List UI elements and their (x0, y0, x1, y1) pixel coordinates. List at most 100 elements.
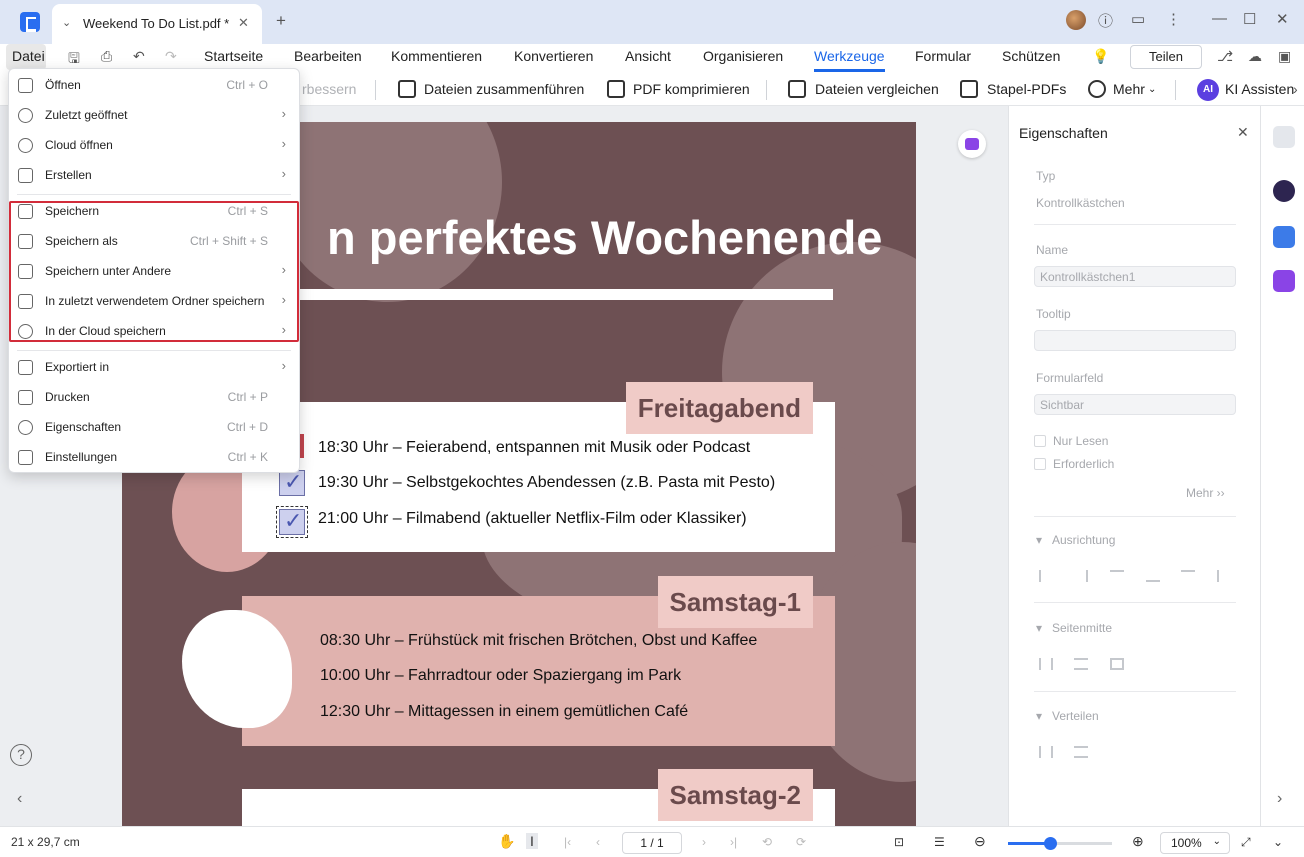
print-icon[interactable]: ⎙ (101, 48, 112, 65)
more-link[interactable]: Mehr ›› (1186, 486, 1225, 500)
align-left-icon[interactable] (1039, 570, 1053, 582)
fullscreen-icon[interactable]: ⤢ (1241, 835, 1251, 850)
align-center-h-icon[interactable] (1217, 570, 1219, 582)
prev-page-icon[interactable]: ‹ (596, 835, 600, 849)
menu-item-properties[interactable]: Eigenschaften Ctrl + D (9, 412, 299, 442)
more-down-icon[interactable]: ⌄ (1273, 835, 1283, 849)
lightbulb-icon[interactable]: 💡 (1092, 48, 1109, 65)
properties-icon (18, 420, 33, 435)
ai-assistant-button[interactable]: KI Assisten (1225, 81, 1294, 97)
properties-sliders-icon[interactable] (1273, 126, 1295, 148)
compare-files-button[interactable]: Dateien vergleichen (815, 81, 939, 97)
collapse-icon[interactable]: ▾ (1036, 621, 1042, 635)
menu-schuetzen[interactable]: Schützen (1002, 48, 1060, 64)
selected-checkbox[interactable] (276, 506, 308, 538)
menu-werkzeuge[interactable]: Werkzeuge (814, 48, 885, 72)
more-options-icon[interactable]: ⋮ (1166, 10, 1181, 28)
distribute-horizontal-icon[interactable] (1039, 746, 1053, 758)
undo-icon[interactable]: ↶ (133, 48, 145, 65)
rotate-left-icon[interactable]: ⟲ (762, 835, 772, 849)
zoom-in-icon[interactable]: ⊕ (1132, 833, 1144, 850)
ai-sidebar-toggle-button[interactable] (958, 130, 986, 158)
menu-kommentieren[interactable]: Kommentieren (391, 48, 482, 64)
align-top-icon[interactable] (1110, 570, 1124, 582)
checklist-icon[interactable] (1273, 270, 1295, 292)
last-page-icon[interactable]: ›| (730, 835, 737, 849)
collapse-left-icon[interactable]: ‹ (17, 790, 22, 808)
align-bottom-icon[interactable] (1146, 570, 1160, 582)
distribute-vertical-icon[interactable] (1074, 746, 1088, 758)
hand-tool-icon[interactable]: ✋ (498, 833, 515, 850)
new-tab-icon[interactable]: + (276, 11, 286, 31)
ocr-button[interactable]: rbessern (302, 81, 356, 97)
menu-bearbeiten[interactable]: Bearbeiten (294, 48, 362, 64)
menu-item-export[interactable]: Exportiert in › (9, 352, 299, 382)
chevron-right-icon[interactable]: › (1293, 81, 1298, 97)
menu-item-settings[interactable]: Einstellungen Ctrl + K (9, 442, 299, 472)
rotate-right-icon[interactable]: ⟳ (796, 835, 806, 849)
select-tool-icon[interactable]: I (526, 833, 538, 849)
menu-startseite[interactable]: Startseite (204, 48, 263, 64)
avatar[interactable] (1066, 10, 1086, 30)
more-tools-button[interactable]: Mehr (1113, 81, 1145, 97)
zoom-out-icon[interactable]: ⊖ (974, 833, 986, 850)
workflow-icon[interactable]: ⎇ (1217, 48, 1233, 65)
message-icon[interactable]: ▭ (1131, 10, 1145, 28)
menu-organisieren[interactable]: Organisieren (703, 48, 783, 64)
center-both-icon[interactable] (1110, 658, 1124, 670)
view-mode-icon[interactable]: ☰ (934, 835, 945, 849)
maximize-icon[interactable]: ☐ (1243, 10, 1256, 28)
chevron-down-icon[interactable]: ⌄ (62, 16, 71, 29)
tooltip-field[interactable] (1034, 330, 1236, 351)
redo-icon[interactable]: ↷ (165, 48, 177, 65)
translate-icon[interactable] (1273, 226, 1295, 248)
align-right-icon[interactable] (1074, 570, 1088, 582)
panel-icon[interactable]: ▣ (1278, 48, 1291, 65)
align-center-v-icon[interactable] (1181, 570, 1195, 577)
file-menu-button[interactable]: Datei (6, 44, 46, 70)
close-window-icon[interactable]: ✕ (1276, 10, 1289, 28)
cloud-upload-icon[interactable]: ☁ (1248, 48, 1262, 65)
minimize-icon[interactable]: — (1212, 10, 1227, 27)
list-item: 18:30 Uhr – Feierabend, entspannen mit M… (318, 439, 751, 456)
menu-item-open[interactable]: Öffnen Ctrl + O (9, 70, 299, 100)
name-field[interactable]: Kontrollkästchen1 (1034, 266, 1236, 287)
menu-item-recent[interactable]: Zuletzt geöffnet › (9, 100, 299, 130)
help-icon[interactable]: ? (10, 744, 32, 766)
menu-item-label: Cloud öffnen (45, 138, 113, 152)
zoom-select[interactable]: 100% ⌄ (1160, 832, 1230, 854)
submenu-arrow-icon: › (281, 106, 286, 121)
zoom-slider-knob[interactable] (1044, 837, 1057, 850)
ai-robot-icon[interactable] (1273, 180, 1295, 202)
collapse-icon[interactable]: ▾ (1036, 533, 1042, 547)
page-fit-icon[interactable]: ⊡ (894, 835, 904, 849)
close-tab-icon[interactable]: ✕ (238, 15, 249, 31)
help-icon[interactable]: ⓘ (1098, 10, 1113, 31)
menu-ansicht[interactable]: Ansicht (625, 48, 671, 64)
next-page-icon[interactable]: › (702, 835, 706, 849)
divider (766, 80, 767, 100)
menu-formular[interactable]: Formular (915, 48, 971, 64)
menu-konvertieren[interactable]: Konvertieren (514, 48, 593, 64)
form-field-select[interactable]: Sichtbar (1034, 394, 1236, 415)
close-panel-icon[interactable]: ✕ (1237, 124, 1249, 141)
batch-pdfs-button[interactable]: Stapel-PDFs (987, 81, 1066, 97)
required-checkbox[interactable] (1034, 458, 1046, 470)
menu-item-cloud-open[interactable]: Cloud öffnen › (9, 130, 299, 160)
menu-item-create[interactable]: Erstellen › (9, 160, 299, 190)
first-page-icon[interactable]: |‹ (564, 835, 571, 849)
page-number-input[interactable]: 1 / 1 (622, 832, 682, 854)
center-vertical-icon[interactable] (1074, 658, 1088, 670)
document-tab[interactable]: ⌄ Weekend To Do List.pdf * ✕ (52, 4, 262, 44)
zoom-slider[interactable] (1008, 837, 1112, 850)
readonly-checkbox[interactable] (1034, 435, 1046, 447)
chevron-down-icon[interactable]: ⌄ (1148, 84, 1156, 95)
collapse-icon[interactable]: ▾ (1036, 709, 1042, 723)
share-button[interactable]: Teilen (1130, 45, 1202, 69)
compress-pdf-button[interactable]: PDF komprimieren (633, 81, 750, 97)
merge-files-button[interactable]: Dateien zusammenführen (424, 81, 584, 97)
checkbox[interactable] (279, 469, 305, 496)
menu-item-print[interactable]: Drucken Ctrl + P (9, 382, 299, 412)
expand-right-icon[interactable]: › (1277, 790, 1282, 808)
center-horizontal-icon[interactable] (1039, 658, 1053, 670)
